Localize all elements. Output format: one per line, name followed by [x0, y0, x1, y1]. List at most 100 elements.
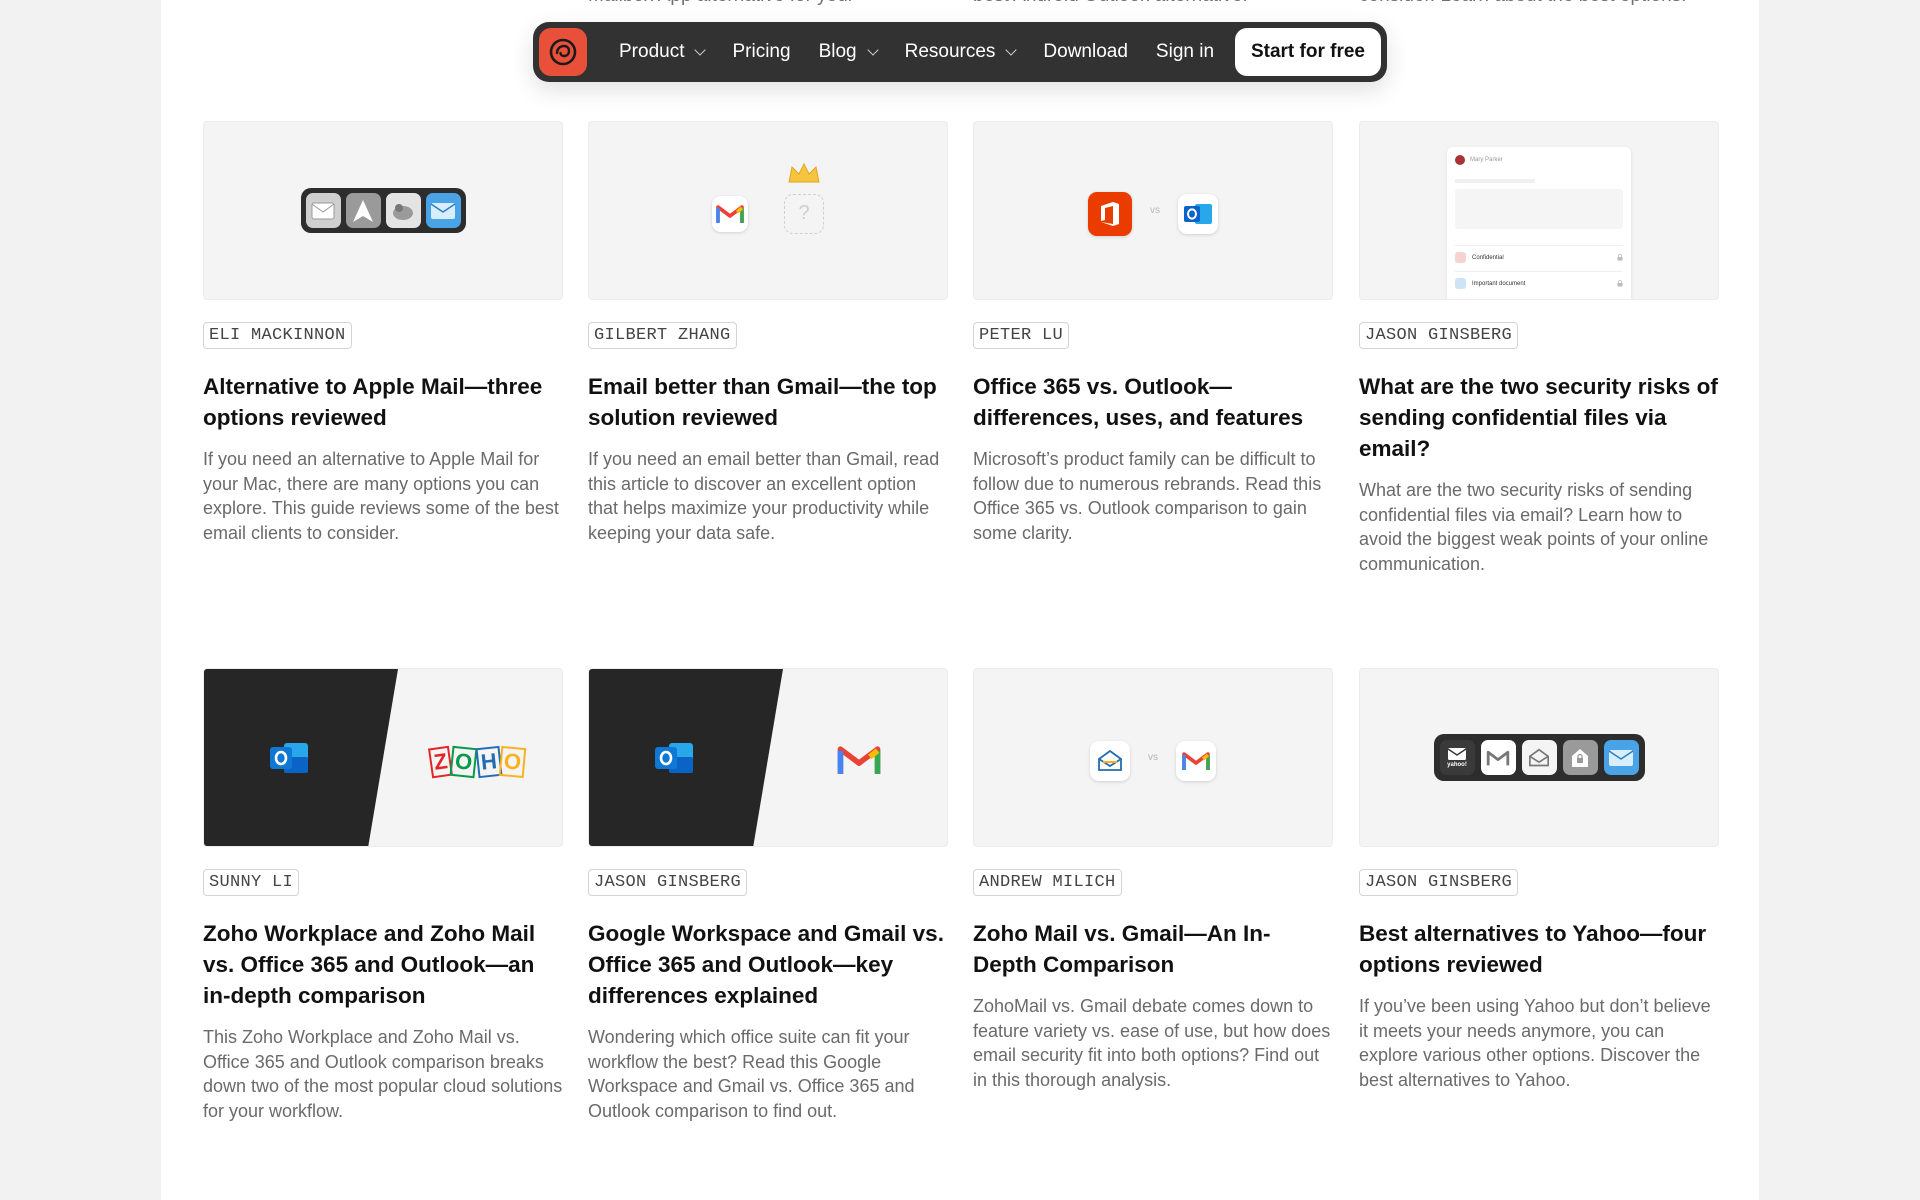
chevron-down-icon [866, 43, 879, 56]
article-thumbnail[interactable] [588, 668, 948, 847]
nav-download[interactable]: Download [1043, 41, 1128, 63]
article-description: Wondering which office suite can fit you… [588, 1027, 915, 1121]
nav-resources[interactable]: Resources [904, 41, 1018, 63]
mystery-app-placeholder: ? [784, 162, 824, 234]
article-description: This Zoho Workplace and Zoho Mail vs. Of… [203, 1027, 563, 1121]
avatar [1455, 155, 1465, 165]
email-preview-illustration: Mary Parker Confidential Important docum… [1447, 147, 1631, 299]
article-author[interactable]: JASON GINSBERG [588, 869, 748, 896]
article-card[interactable]: yahoo! JASON GINSBERG Best alternatives … [1359, 668, 1719, 1092]
zoho-letter: O [499, 745, 527, 779]
mail-apps-dock-icon [300, 188, 466, 233]
blog-page: Mailbox App alternative for your best An… [161, 0, 1759, 1200]
previous-article-description-fragment: best Android Outlook alternative. [973, 0, 1248, 8]
yahoo-label: yahoo! [1447, 762, 1467, 768]
zoho-letter: O [449, 745, 479, 779]
article-title[interactable]: Zoho Mail vs. Gmail—An In-Depth Comparis… [973, 918, 1333, 980]
article-thumbnail[interactable]: Z O H O [203, 668, 563, 847]
zoho-mail-icon [1090, 740, 1130, 781]
outlook-icon [1178, 193, 1218, 234]
nav-pricing-label: Pricing [732, 41, 791, 62]
article-description: ZohoMail vs. Gmail debate comes down to … [973, 996, 1331, 1090]
previous-article-description-fragment: consider. Learn about the best options. [1359, 0, 1686, 8]
nav-resources-label: Resources [904, 41, 996, 62]
proton-mail-icon [1562, 740, 1598, 775]
article-title[interactable]: Best alternatives to Yahoo—four options … [1359, 918, 1719, 980]
article-title[interactable]: Zoho Workplace and Zoho Mail vs. Office … [203, 918, 563, 1011]
attachment-name: Important document [1472, 280, 1526, 287]
article-thumbnail[interactable]: vs [973, 668, 1333, 847]
article-title[interactable]: Google Workspace and Gmail vs. Office 36… [588, 918, 948, 1011]
article-title[interactable]: What are the two security risks of sendi… [1359, 371, 1719, 464]
article-card[interactable]: ELI MACKINNON Alternative to Apple Mail—… [203, 121, 563, 545]
mail-apps-dock-icon: yahoo! [1433, 734, 1645, 781]
versus-label: vs [1150, 205, 1160, 216]
article-description: Microsoft’s product family can be diffic… [973, 449, 1322, 543]
file-icon [1455, 278, 1466, 289]
yahoo-mail-icon: yahoo! [1439, 740, 1475, 775]
article-description: If you need an email better than Gmail, … [588, 449, 940, 543]
attachment-row: Confidential [1455, 245, 1623, 263]
mail-app-icon [425, 193, 461, 228]
article-author[interactable]: PETER LU [973, 322, 1070, 349]
article-card[interactable]: Z O H O SUNNY LI Zoho Workplace and Zoho… [203, 668, 563, 1123]
article-description: If you need an alternative to Apple Mail… [203, 449, 559, 543]
zoho-mail-mono-icon [1521, 740, 1557, 775]
nav-sign-in-label: Sign in [1155, 41, 1215, 62]
nav-product-label: Product [619, 41, 685, 62]
nav-download-label: Download [1043, 41, 1128, 62]
spike-logo-icon[interactable] [539, 28, 587, 76]
nav-blog-label: Blog [818, 41, 857, 62]
nav-blog[interactable]: Blog [818, 41, 879, 63]
article-author[interactable]: GILBERT ZHANG [588, 322, 737, 349]
article-card[interactable]: vs PETER LU Office 365 vs. Outlook—diffe… [973, 121, 1333, 545]
article-card[interactable]: vs ANDREW MILICH Zoho Mail vs. Gmail—An … [973, 668, 1333, 1092]
nav-product[interactable]: Product [619, 41, 707, 63]
article-author[interactable]: ELI MACKINNON [203, 322, 352, 349]
article-card[interactable]: ? GILBERT ZHANG Email better than Gmail—… [588, 121, 948, 545]
gmail-mono-icon [1480, 740, 1516, 775]
zoho-logo-icon: Z O H O [428, 745, 527, 779]
attachment-row: Important document [1455, 271, 1623, 289]
file-icon [1455, 252, 1466, 263]
gmail-icon [837, 743, 881, 782]
nav-pricing[interactable]: Pricing [732, 41, 790, 63]
crown-icon [787, 162, 821, 189]
article-title[interactable]: Email better than Gmail—the top solution… [588, 371, 948, 433]
versus-label: vs [1148, 752, 1158, 763]
text-placeholder [1455, 179, 1535, 183]
outlook-icon [268, 739, 310, 782]
article-description: What are the two security risks of sendi… [1359, 480, 1709, 574]
main-navigation: Product Pricing Blog Resources Download … [533, 22, 1387, 82]
article-thumbnail[interactable]: vs [973, 121, 1333, 300]
lock-icon [1617, 254, 1623, 261]
office-365-icon [1088, 191, 1132, 236]
sender-name: Mary Parker [1470, 157, 1503, 163]
outlook-icon [653, 739, 695, 782]
article-thumbnail[interactable]: Mary Parker Confidential Important docum… [1359, 121, 1719, 300]
gmail-icon [1176, 740, 1216, 781]
gmail-icon [712, 195, 748, 232]
chevron-down-icon [694, 43, 707, 56]
chevron-down-icon [1005, 43, 1018, 56]
article-author[interactable]: ANDREW MILICH [973, 869, 1122, 896]
lock-icon [1617, 280, 1623, 287]
article-title[interactable]: Office 365 vs. Outlook—differences, uses… [973, 371, 1333, 433]
spark-icon [345, 193, 381, 228]
article-card[interactable]: JASON GINSBERG Google Workspace and Gmai… [588, 668, 948, 1123]
article-author[interactable]: JASON GINSBERG [1359, 869, 1519, 896]
article-thumbnail[interactable] [203, 121, 563, 300]
previous-article-description-fragment: Mailbox App alternative for your [588, 0, 854, 8]
question-placeholder-icon: ? [784, 193, 824, 234]
sender-row: Mary Parker [1455, 155, 1623, 165]
start-for-free-button[interactable]: Start for free [1234, 28, 1381, 76]
airmail-icon [385, 193, 421, 228]
article-author[interactable]: JASON GINSBERG [1359, 322, 1519, 349]
article-title[interactable]: Alternative to Apple Mail—three options … [203, 371, 563, 433]
article-thumbnail[interactable]: ? [588, 121, 948, 300]
article-card[interactable]: Mary Parker Confidential Important docum… [1359, 121, 1719, 576]
nav-sign-in[interactable]: Sign in [1156, 41, 1214, 63]
article-author[interactable]: SUNNY LI [203, 869, 300, 896]
message-body-placeholder [1455, 189, 1623, 229]
article-thumbnail[interactable]: yahoo! [1359, 668, 1719, 847]
